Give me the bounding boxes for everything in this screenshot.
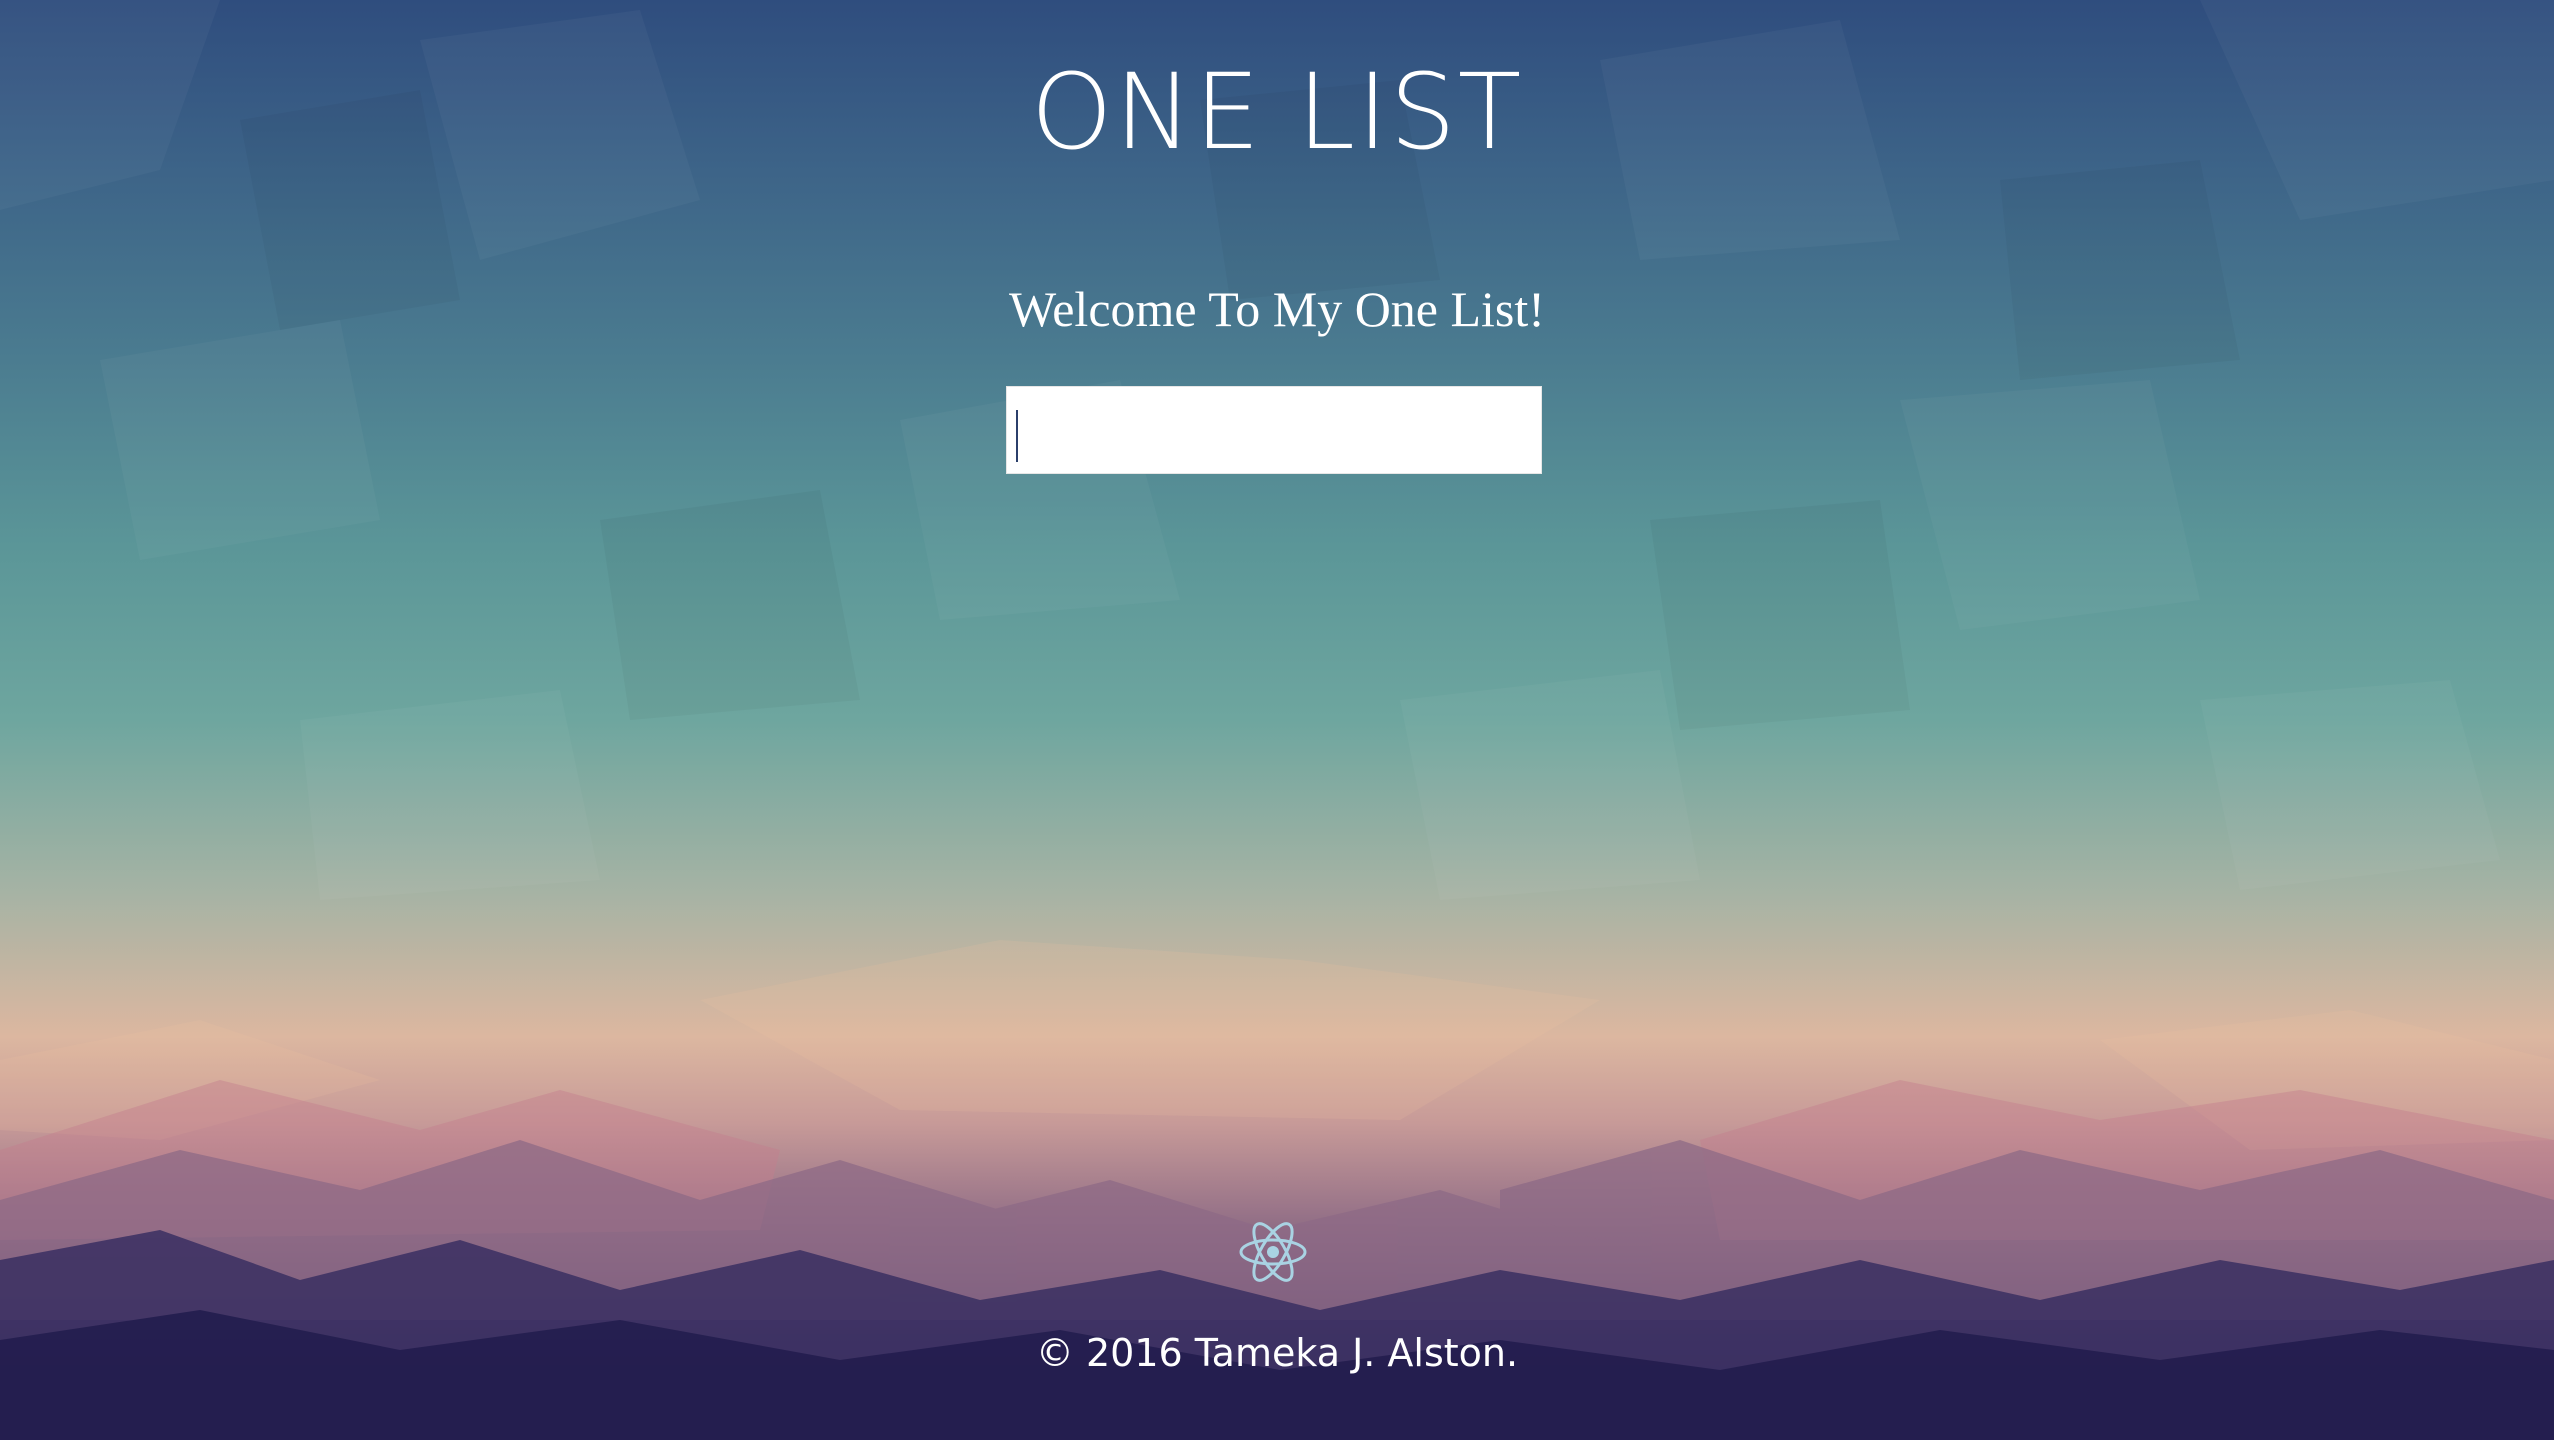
- text-caret: [1016, 410, 1018, 462]
- react-atom-icon: [1237, 1216, 1309, 1288]
- page-title: ONE LIST: [1030, 51, 1524, 173]
- copyright-text: © 2016 Tameka J. Alston.: [1035, 1331, 1519, 1375]
- welcome-heading: Welcome To My One List!: [1009, 281, 1545, 337]
- todo-input[interactable]: [1006, 386, 1542, 474]
